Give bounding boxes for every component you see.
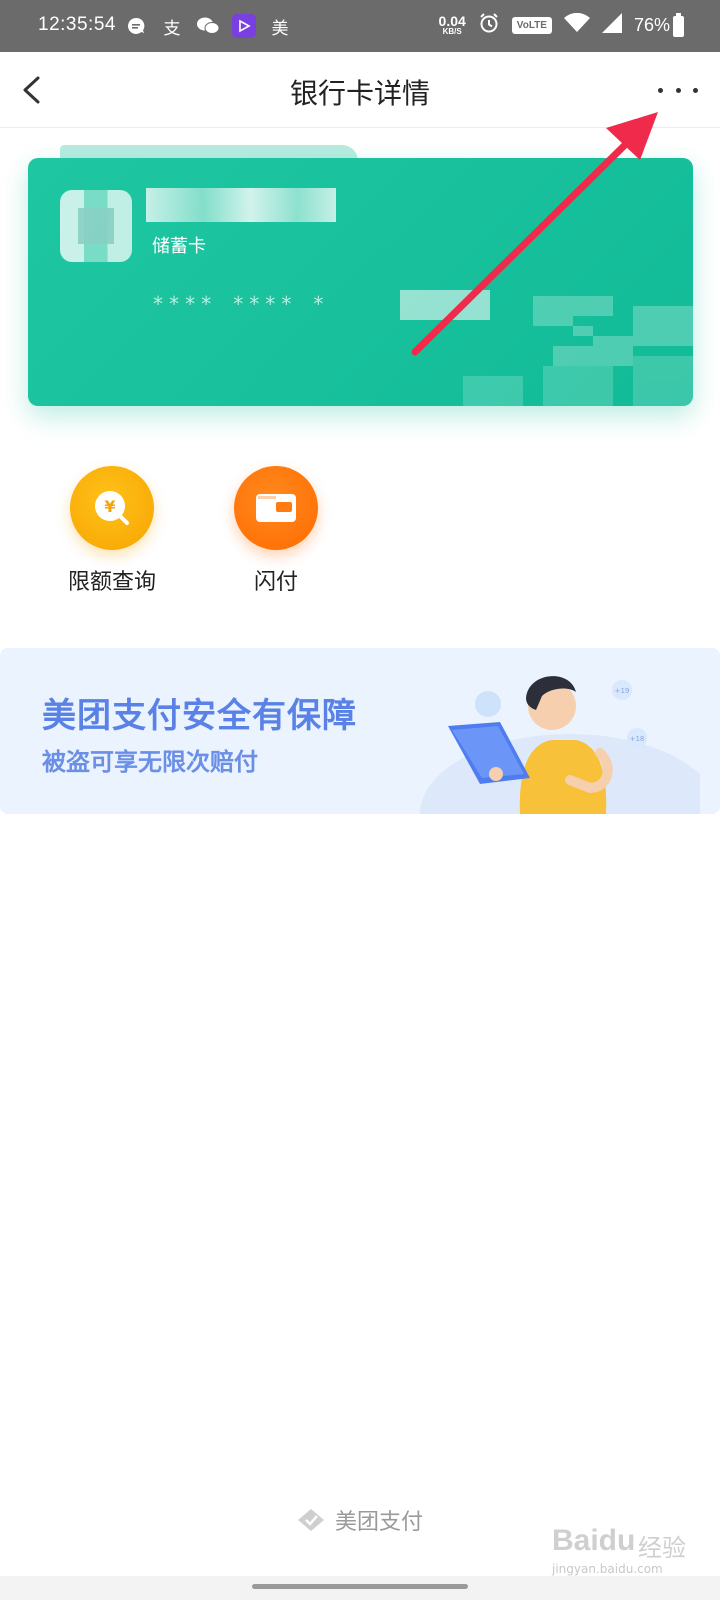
wechat-icon <box>196 14 220 38</box>
baidu-jingyan-watermark: Baidu 经验 jingyan.baidu.com <box>548 1520 698 1580</box>
wallet-icon <box>234 466 318 550</box>
page-title: 银行卡详情 <box>289 77 430 110</box>
card-number-masked: **** **** * <box>152 292 329 316</box>
bank-name-blurred <box>146 188 336 222</box>
status-time: 12:35:54 <box>38 14 116 35</box>
card-decoration <box>463 296 693 406</box>
watermark-brand: Baidu <box>552 1524 636 1557</box>
net-speed: 0.04 KB/S <box>439 14 466 36</box>
more-dot <box>693 87 698 93</box>
status-notification-icons: 支 美 <box>124 14 292 39</box>
banner-subtitle: 被盗可享无限次赔付 <box>42 748 258 776</box>
bubble-badge-1: +19 <box>615 687 630 695</box>
bank-card[interactable]: 储蓄卡 **** **** * <box>28 158 693 406</box>
more-dot <box>675 87 681 93</box>
signal-icon <box>601 13 622 37</box>
bubble-badge-2: +18 <box>630 735 645 743</box>
action-limit-query[interactable]: ¥ 限额查询 <box>42 466 182 596</box>
watermark-domain: jingyan.baidu.com <box>552 1562 663 1576</box>
security-banner[interactable]: 美团支付安全有保障 被盗可享无限次赔付 +19 +18 <box>0 648 720 814</box>
alarm-icon <box>478 12 500 38</box>
net-speed-unit: KB/S <box>442 27 462 36</box>
battery-percent: 76% <box>633 14 670 35</box>
bank-logo-blurred <box>60 190 132 262</box>
action-label: 闪付 <box>253 570 298 595</box>
video-app-icon <box>232 14 256 38</box>
meituan-pay-logo-icon <box>297 1509 324 1531</box>
watermark-cn: 经验 <box>638 1534 686 1562</box>
net-speed-value: 0.04 <box>438 13 466 29</box>
svg-text:¥: ¥ <box>104 497 115 516</box>
card-type-label: 储蓄卡 <box>152 236 206 257</box>
footer-brand-text: 美团支付 <box>334 1510 423 1535</box>
status-bar: 12:35:54 支 美 0.04 KB/S VoLTE 76% <box>0 0 720 52</box>
battery-icon <box>673 13 684 37</box>
more-dot <box>658 87 663 93</box>
chat-bubble-icon <box>124 14 148 38</box>
action-quick-pay[interactable]: 闪付 <box>206 466 346 596</box>
alipay-icon: 支 <box>163 18 181 39</box>
meituan-icon: 美 <box>271 18 289 39</box>
volte-badge: VoLTE <box>511 16 552 34</box>
banner-title: 美团支付安全有保障 <box>42 696 357 736</box>
status-system-icons: 0.04 KB/S VoLTE 76% <box>439 12 670 38</box>
wifi-icon <box>563 12 590 37</box>
nav-bar: 银行卡详情 <box>0 52 720 128</box>
more-options-button[interactable] <box>658 78 698 102</box>
yuan-search-icon: ¥ <box>70 466 154 550</box>
person-with-tablet-illustration: +19 +18 <box>420 676 700 814</box>
home-indicator[interactable] <box>252 1584 468 1589</box>
action-label: 限额查询 <box>67 570 156 595</box>
